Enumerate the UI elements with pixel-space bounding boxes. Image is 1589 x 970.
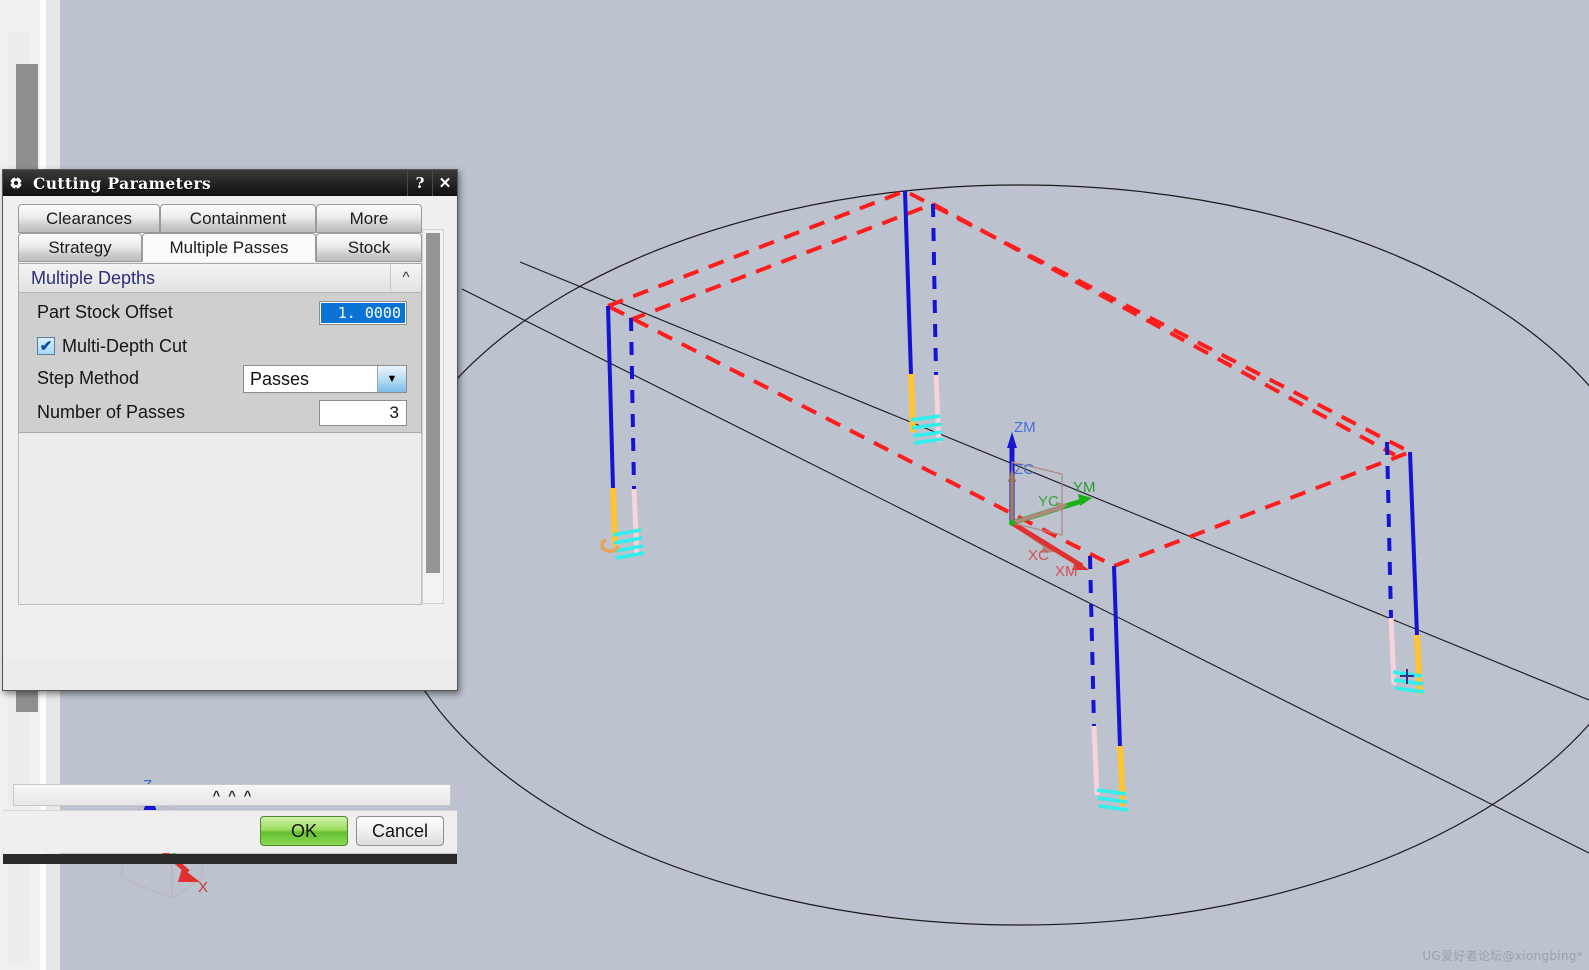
tab-row-top: Clearances Containment More xyxy=(18,204,422,234)
svg-text:XM: XM xyxy=(1055,563,1078,580)
tab-clearances-label: Clearances xyxy=(46,208,132,228)
dialog-title: Cutting Parameters xyxy=(33,173,212,193)
tab-more-label: More xyxy=(349,208,389,228)
dialog-titlebar[interactable]: Cutting Parameters ? ✕ xyxy=(3,170,457,196)
svg-text:YC: YC xyxy=(1038,493,1059,510)
chevron-up-icon[interactable]: ^ xyxy=(390,264,421,291)
watermark-text: UG爱好者论坛@xiongbing* xyxy=(1422,949,1583,963)
multi-depth-cut-checkbox[interactable]: ✔ xyxy=(37,337,55,355)
help-button[interactable]: ? xyxy=(407,170,432,196)
tab-multiple-passes[interactable]: Multiple Passes xyxy=(142,233,316,262)
dialog-content-pane xyxy=(18,433,422,605)
row-multi-depth-cut[interactable]: ✔ Multi-Depth Cut xyxy=(19,330,421,362)
step-method-value: Passes xyxy=(250,368,310,389)
dialog-scrollbar[interactable] xyxy=(422,229,444,604)
row-step-method: Step Method Passes ▼ xyxy=(19,362,421,394)
step-method-label: Step Method xyxy=(37,367,140,388)
cancel-button[interactable]: Cancel xyxy=(356,816,444,846)
tab-multiple-passes-label: Multiple Passes xyxy=(169,237,289,257)
tab-stock-label: Stock xyxy=(347,237,391,257)
tab-strategy[interactable]: Strategy xyxy=(18,233,142,262)
tab-more[interactable]: More xyxy=(316,204,422,233)
tab-clearances[interactable]: Clearances xyxy=(18,204,160,233)
row-number-of-passes: Number of Passes 3 xyxy=(19,396,421,428)
chevron-down-icon[interactable]: ▼ xyxy=(377,366,406,392)
gear-icon xyxy=(3,170,29,196)
chevron-up-icon-2: ^ xyxy=(228,787,236,803)
row-part-stock-offset: Part Stock Offset 1. 0000 xyxy=(19,296,421,328)
chevron-up-icon-1: ^ xyxy=(212,787,221,803)
chevron-up-icon-3: ^ xyxy=(243,787,252,803)
multiple-depths-group: Multiple Depths ^ Part Stock Offset 1. 0… xyxy=(18,263,422,433)
group-title: Multiple Depths xyxy=(31,267,156,288)
tab-containment-label: Containment xyxy=(189,208,287,228)
number-of-passes-label: Number of Passes xyxy=(37,401,186,422)
svg-text:ZM: ZM xyxy=(1014,419,1036,436)
group-header[interactable]: Multiple Depths ^ xyxy=(19,264,421,293)
number-of-passes-input[interactable]: 3 xyxy=(319,400,407,426)
step-method-select[interactable]: Passes ▼ xyxy=(243,365,407,393)
tab-stock[interactable]: Stock xyxy=(316,233,422,262)
multi-depth-cut-label: Multi-Depth Cut xyxy=(62,335,188,356)
dialog-button-bar: OK Cancel xyxy=(3,810,457,853)
cutting-parameters-dialog[interactable]: Cutting Parameters ? ✕ Clearances Contai… xyxy=(2,169,458,864)
svg-text:ZC: ZC xyxy=(1014,461,1034,478)
svg-text:X: X xyxy=(198,879,208,896)
collapse-bar[interactable]: ^ ^ ^ xyxy=(13,784,451,806)
tab-strategy-label: Strategy xyxy=(48,237,112,257)
tab-containment[interactable]: Containment xyxy=(160,204,316,233)
tab-row-bottom: Strategy Multiple Passes Stock xyxy=(18,233,422,263)
svg-text:YM: YM xyxy=(1073,479,1096,496)
close-icon[interactable]: ✕ xyxy=(432,170,457,196)
svg-text:XC: XC xyxy=(1028,547,1049,564)
dialog-body: Clearances Containment More Strategy Mul… xyxy=(4,196,456,658)
ok-button[interactable]: OK xyxy=(260,816,348,846)
part-stock-offset-label: Part Stock Offset xyxy=(37,301,173,322)
dialog-footer-bar xyxy=(3,854,457,864)
dialog-scroll-thumb[interactable] xyxy=(426,233,440,573)
part-stock-offset-input[interactable]: 1. 0000 xyxy=(319,301,407,325)
